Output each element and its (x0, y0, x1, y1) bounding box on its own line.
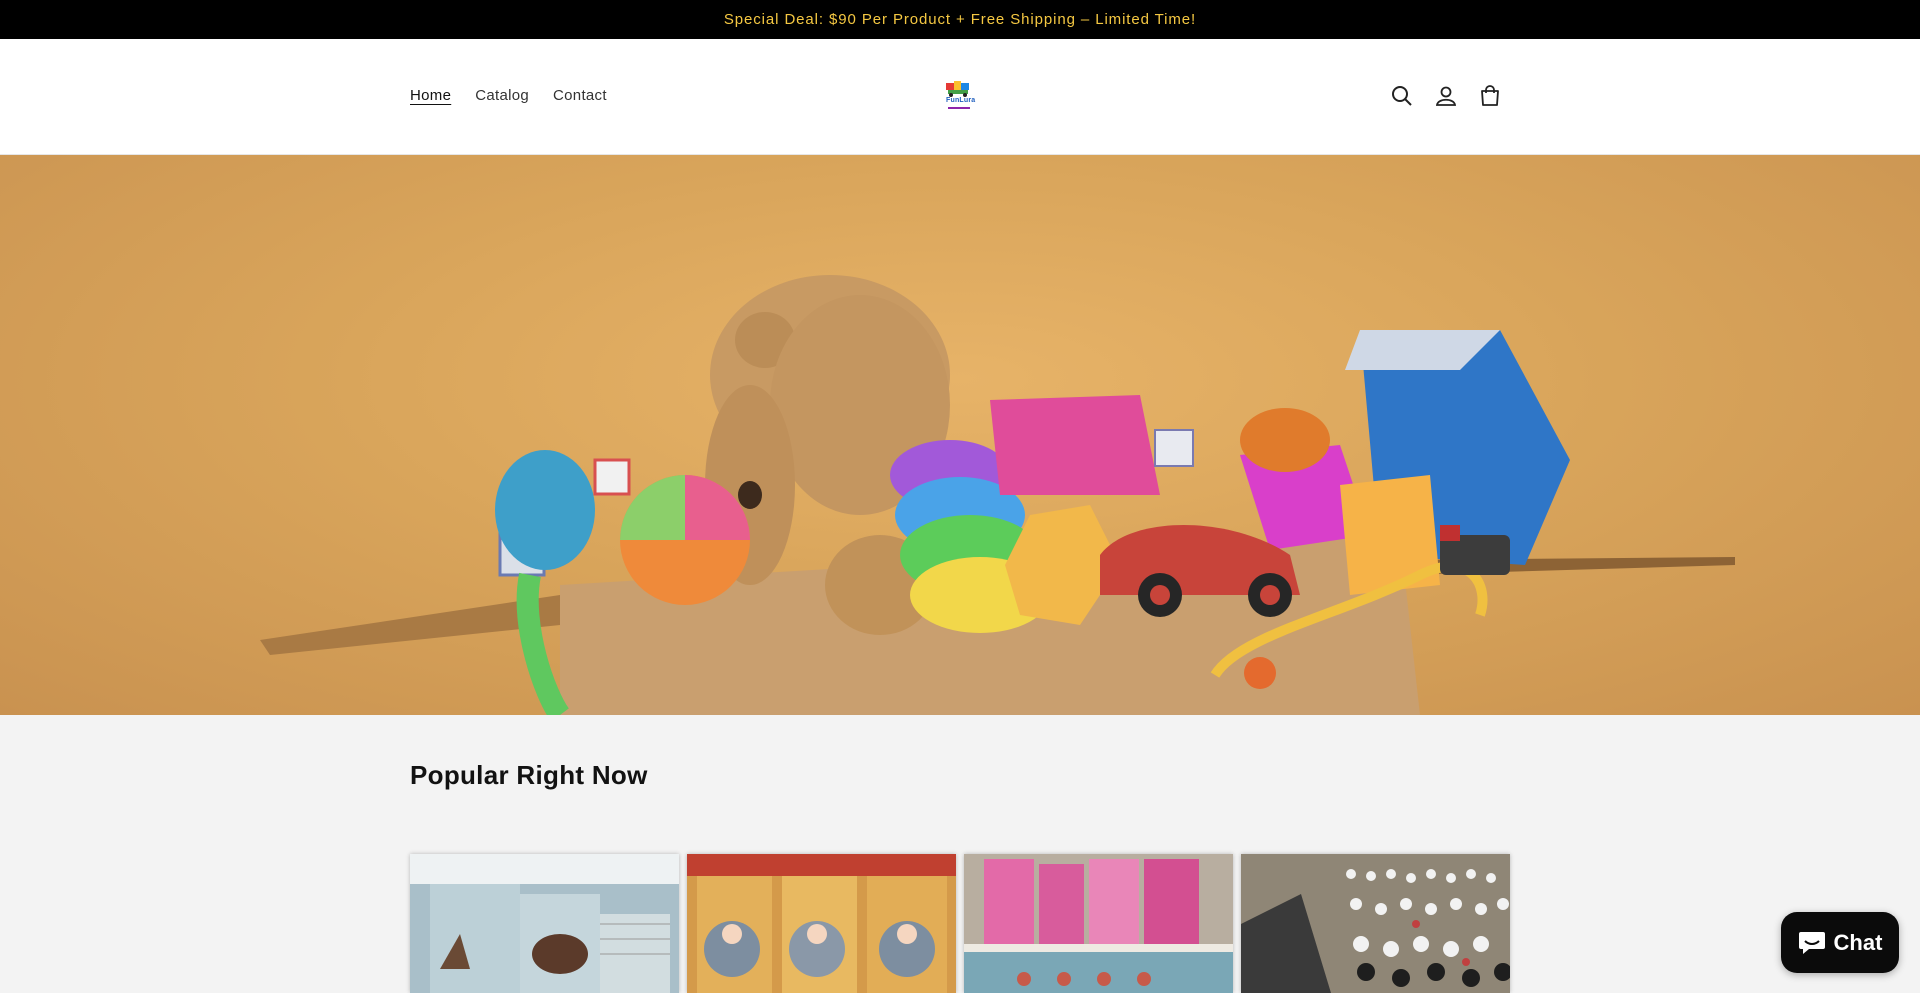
chat-bubble-icon (1798, 931, 1825, 954)
product-image-lalaloopsy (687, 854, 956, 993)
product-card-lalaloopsy[interactable] (687, 854, 956, 993)
product-card-dollhouse[interactable] (410, 854, 679, 993)
header-icons (1387, 81, 1505, 111)
product-card-boxed-dolls[interactable] (964, 854, 1233, 993)
search-icon[interactable] (1387, 81, 1417, 111)
nav-catalog-link[interactable]: Catalog (475, 87, 529, 104)
chat-button[interactable]: Chat (1781, 912, 1899, 973)
popular-section-title: Popular Right Now (410, 760, 648, 790)
cart-icon[interactable] (1475, 81, 1505, 111)
site-header: Home Catalog Contact FunLura (0, 39, 1920, 155)
product-image-boxed-dolls (964, 854, 1233, 993)
product-image-minifigures (1241, 854, 1510, 993)
product-grid (410, 854, 1510, 993)
site-logo[interactable]: FunLura (940, 79, 980, 115)
hero-banner (0, 155, 1920, 715)
product-card-minifigures[interactable] (1241, 854, 1510, 993)
announcement-bar: Special Deal: $90 Per Product + Free Shi… (0, 0, 1920, 39)
nav-contact-link[interactable]: Contact (553, 87, 607, 104)
product-image-dollhouse (410, 854, 679, 993)
hero-toys-image (260, 275, 1735, 715)
logo-text: FunLura (946, 97, 976, 104)
nav-home-link[interactable]: Home (410, 87, 451, 104)
main-nav: Home Catalog Contact (410, 87, 607, 104)
chat-label: Chat (1833, 929, 1883, 955)
announcement-text: Special Deal: $90 Per Product + Free Shi… (723, 11, 1197, 28)
account-icon[interactable] (1431, 81, 1461, 111)
